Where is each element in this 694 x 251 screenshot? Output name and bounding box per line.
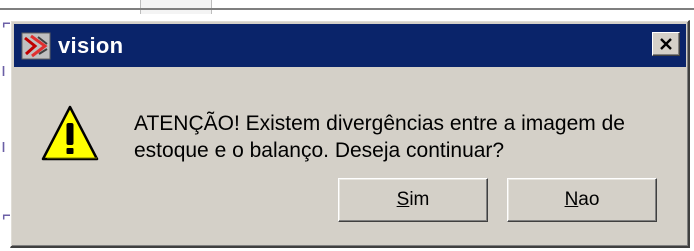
no-button[interactable]: Nao (507, 178, 657, 222)
background-fragment: ı (1, 136, 7, 157)
dialog-message: ATENÇÃO! Existem divergências entre a im… (134, 110, 674, 164)
close-icon (660, 37, 672, 50)
dialog-title: vision (58, 32, 124, 58)
message-line-1: ATENÇÃO! Existem divergências entre a im… (134, 112, 625, 135)
warning-exclamation-icon (41, 105, 99, 161)
background-tab (140, 0, 212, 14)
yes-button-label: im (409, 189, 430, 210)
background-divider (0, 8, 694, 10)
alert-dialog: vision ATENÇÃO! Existem divergências ent… (10, 20, 690, 248)
no-button-label: ao (578, 189, 600, 210)
close-button[interactable] (652, 32, 680, 56)
vision-app-icon[interactable] (20, 31, 52, 61)
message-line-2: estoque e o balanço. Deseja continuar? (134, 139, 505, 162)
yes-button-mnemonic: S (396, 189, 410, 210)
yes-button[interactable]: Sim (338, 178, 488, 222)
no-button-mnemonic: N (564, 189, 579, 210)
dialog-titlebar[interactable]: vision (14, 24, 686, 67)
background-fragment: ı (1, 60, 7, 81)
